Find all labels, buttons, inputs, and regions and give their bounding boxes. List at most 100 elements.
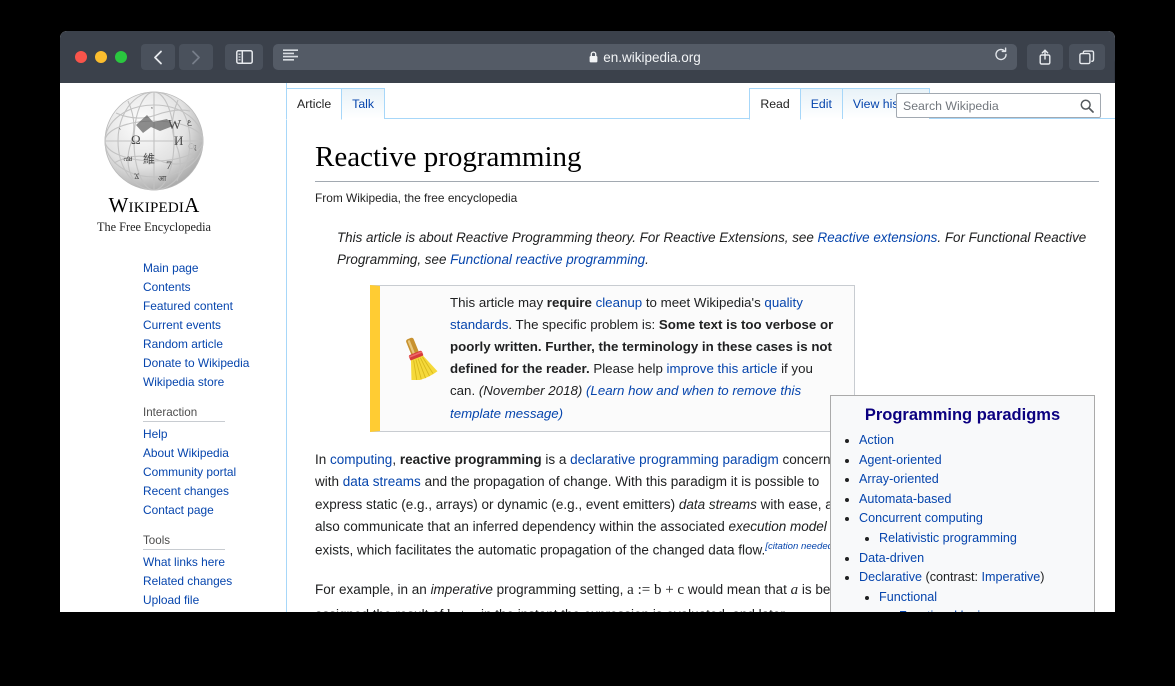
reload-button[interactable] [994, 47, 1008, 67]
infobox-link-concurrent-computing[interactable]: Concurrent computing [859, 511, 983, 525]
sidebar-item-wikipedia-store[interactable]: Wikipedia store [143, 373, 244, 392]
svg-text:ع: ع [187, 117, 192, 126]
ambox-link-cleanup[interactable]: cleanup [596, 295, 643, 310]
broom-icon [384, 336, 450, 381]
ambox-link-improve-article[interactable]: improve this article [667, 361, 778, 376]
list-item[interactable]: Automata-based [859, 490, 1086, 510]
sidebar-item-contents[interactable]: Contents [143, 278, 244, 297]
sidebar-item-what-links-here[interactable]: What links here [143, 553, 244, 572]
hatnote-link-frp[interactable]: Functional reactive programming [450, 252, 645, 267]
show-all-tabs-button[interactable] [1069, 44, 1105, 70]
svg-text:7: 7 [166, 158, 172, 172]
list-item[interactable]: Action [859, 431, 1086, 451]
p2-math-1: a := b + c [627, 582, 685, 599]
back-button[interactable] [141, 44, 175, 70]
p2-math-3: b + c [447, 607, 477, 612]
list-item[interactable]: Declarative (contrast: Imperative) Funct… [859, 568, 1086, 612]
portal-heading-tools: Tools [143, 534, 225, 550]
infobox-declarative-contrast-post: ) [1040, 570, 1045, 585]
infobox-link-action[interactable]: Action [859, 433, 894, 447]
minimize-window-button[interactable] [95, 51, 107, 63]
sidebar-navigation: Main page Contents Featured content Curr… [74, 259, 249, 610]
share-icon [1039, 49, 1051, 65]
list-item[interactable]: Functional logic [899, 607, 1086, 612]
portal-tools: Tools What links here Related changes Up… [143, 534, 244, 610]
share-button[interactable] [1027, 44, 1063, 70]
sidebar-item-about-wikipedia[interactable]: About Wikipedia [143, 444, 244, 463]
hatnote-text-3: . [645, 251, 649, 267]
sidebar-item-community-portal[interactable]: Community portal [143, 463, 244, 482]
sidebar-item-related-changes[interactable]: Related changes [143, 572, 244, 591]
sidebar-item-random-article[interactable]: Random article [143, 335, 244, 354]
p1-link-data-streams[interactable]: data streams [343, 474, 421, 489]
paragraph-2: For example, in an imperative programmin… [315, 578, 868, 612]
tab-edit[interactable]: Edit [799, 88, 843, 119]
close-window-button[interactable] [75, 51, 87, 63]
p1-t1: In [315, 451, 331, 467]
infobox-link-relativistic-programming[interactable]: Relativistic programming [879, 531, 1017, 545]
sidebar-item-contact-page[interactable]: Contact page [143, 501, 244, 520]
ambox-b1: require [546, 294, 596, 310]
list-item[interactable]: Relativistic programming [879, 529, 1086, 549]
search-box[interactable] [896, 93, 1101, 118]
p1-i1: data streams [678, 496, 757, 512]
ambox-date: (November 2018) [478, 383, 583, 399]
infobox-link-automata-based[interactable]: Automata-based [859, 492, 951, 506]
wikipedia-logo[interactable]: W Ω И 維 7 ֖ ع ැ ഷ ֕ आ Ϫ WIKIPEDIA [74, 83, 234, 235]
sidebar-item-help[interactable]: Help [143, 425, 244, 444]
maximize-window-button[interactable] [115, 51, 127, 63]
forward-button[interactable] [179, 44, 213, 70]
p1-i2: execution model [728, 519, 827, 535]
list-item[interactable]: Concurrent computing Relativistic progra… [859, 509, 1086, 548]
p1-link-declarative-paradigm[interactable]: declarative programming paradigm [570, 452, 779, 467]
search-button[interactable] [1074, 99, 1100, 113]
list-item[interactable]: Array-oriented [859, 470, 1086, 490]
svg-text:ഷ: ഷ [123, 154, 132, 163]
citation-needed-tag[interactable]: [citation needed] [765, 541, 835, 552]
p1-link-computing[interactable]: computing [330, 452, 392, 467]
infobox-link-array-oriented[interactable]: Array-oriented [859, 472, 939, 486]
sidebar-item-upload-file[interactable]: Upload file [143, 591, 244, 610]
portal-interaction: Interaction Help About Wikipedia Communi… [143, 406, 244, 520]
hatnote: This article is about Reactive Programmi… [337, 227, 1099, 270]
address-bar[interactable]: en.wikipedia.org [273, 44, 1017, 70]
url-text: en.wikipedia.org [603, 49, 701, 65]
tabs-row: Article Talk Read Edit View history [286, 83, 1115, 120]
svg-text:आ: आ [158, 174, 167, 183]
hatnote-link-reactive-extensions[interactable]: Reactive extensions [818, 230, 938, 245]
reader-view-icon[interactable] [282, 48, 299, 66]
left-navigation-column: W Ω И 維 7 ֖ ع ැ ഷ ֕ आ Ϫ WIKIPEDIA [60, 83, 249, 612]
sidebar-item-featured-content[interactable]: Featured content [143, 297, 244, 316]
paragraph-1: In computing, reactive programming is a … [315, 449, 868, 562]
infobox-link-agent-oriented[interactable]: Agent-oriented [859, 453, 942, 467]
list-item[interactable]: Agent-oriented [859, 451, 1086, 471]
list-item[interactable]: Data-driven [859, 549, 1086, 569]
p2-i1: imperative [430, 582, 493, 598]
list-item[interactable]: Functional Functional logic Purely funct… [879, 588, 1086, 612]
tabs-underline [286, 118, 1115, 119]
ambox-t3: . The specific problem is: [508, 316, 659, 332]
svg-text:Ϫ: Ϫ [134, 172, 139, 181]
infobox-link-functional-logic[interactable]: Functional logic [899, 609, 987, 612]
tab-talk[interactable]: Talk [341, 88, 386, 119]
infobox-title[interactable]: Programming paradigms [839, 402, 1086, 431]
search-input[interactable] [897, 98, 1074, 113]
browser-window: en.wikipedia.org W Ω И 維 7 ع ැ ഷ आ Ϫ WIK… [60, 31, 1115, 612]
p1-t2: , [392, 451, 400, 467]
infobox-link-functional[interactable]: Functional [879, 590, 937, 604]
url-display[interactable]: en.wikipedia.org [273, 50, 1017, 65]
wikipedia-wordmark: WIKIPEDIA [108, 193, 200, 217]
sidebar-toggle-button[interactable] [225, 44, 263, 70]
portal-heading-interaction: Interaction [143, 406, 225, 422]
infobox-link-declarative[interactable]: Declarative [859, 570, 922, 584]
lock-icon [589, 51, 598, 63]
infobox-link-data-driven[interactable]: Data-driven [859, 551, 924, 565]
p1-t3: is a [541, 451, 571, 467]
sidebar-item-recent-changes[interactable]: Recent changes [143, 482, 244, 501]
infobox-link-imperative[interactable]: Imperative [982, 570, 1041, 584]
tab-article[interactable]: Article [286, 88, 343, 120]
sidebar-item-donate[interactable]: Donate to Wikipedia [143, 354, 249, 373]
tab-read[interactable]: Read [749, 88, 801, 120]
sidebar-item-main-page[interactable]: Main page [143, 259, 244, 278]
sidebar-item-current-events[interactable]: Current events [143, 316, 244, 335]
